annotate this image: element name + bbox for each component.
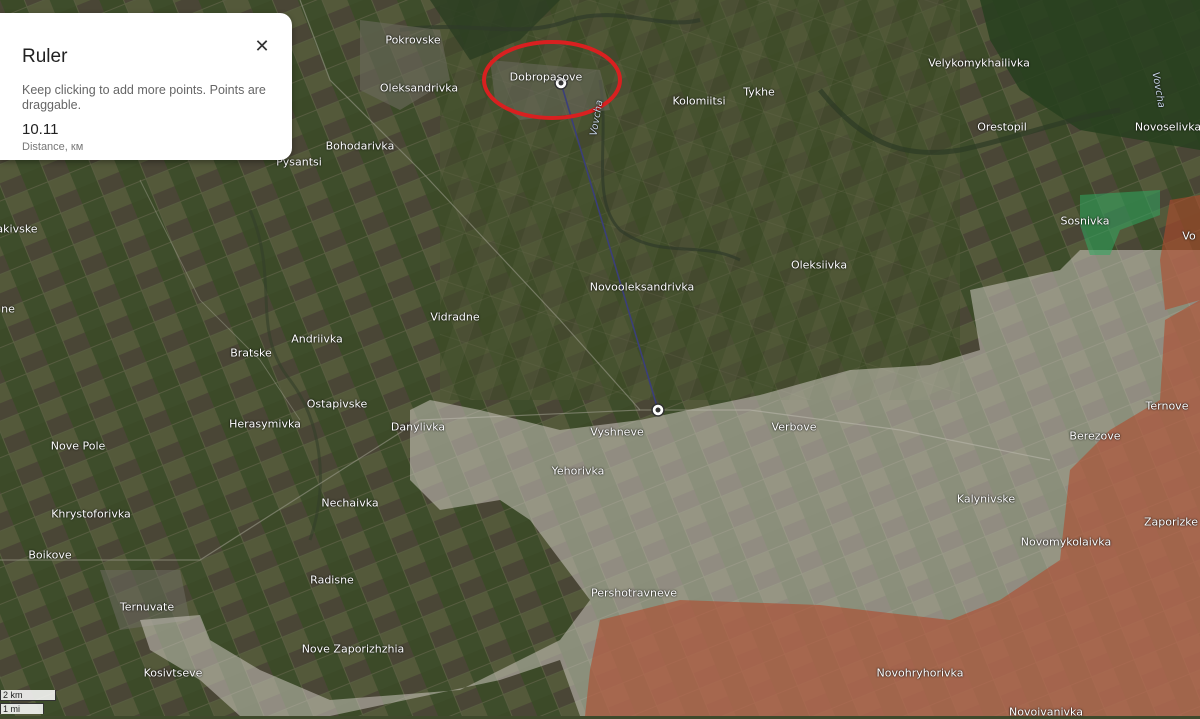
ruler-hint: Keep clicking to add more points. Points…	[22, 83, 266, 112]
scale-bar: 2 km 1 mi	[0, 690, 58, 714]
distance-value: 10.11	[22, 121, 59, 138]
ruler-panel: Ruler ✕ Keep clicking to add more points…	[0, 13, 292, 160]
close-icon[interactable]: ✕	[252, 37, 272, 57]
ruler-point-end-dot	[655, 407, 661, 413]
scale-mi: 1 mi	[0, 703, 44, 714]
ruler-point-start-dot	[558, 80, 564, 86]
scale-km: 2 km	[0, 690, 56, 701]
terrain-fields	[440, 0, 960, 400]
distance-label: Distance, км	[22, 141, 84, 153]
ruler-title: Ruler	[22, 46, 68, 67]
